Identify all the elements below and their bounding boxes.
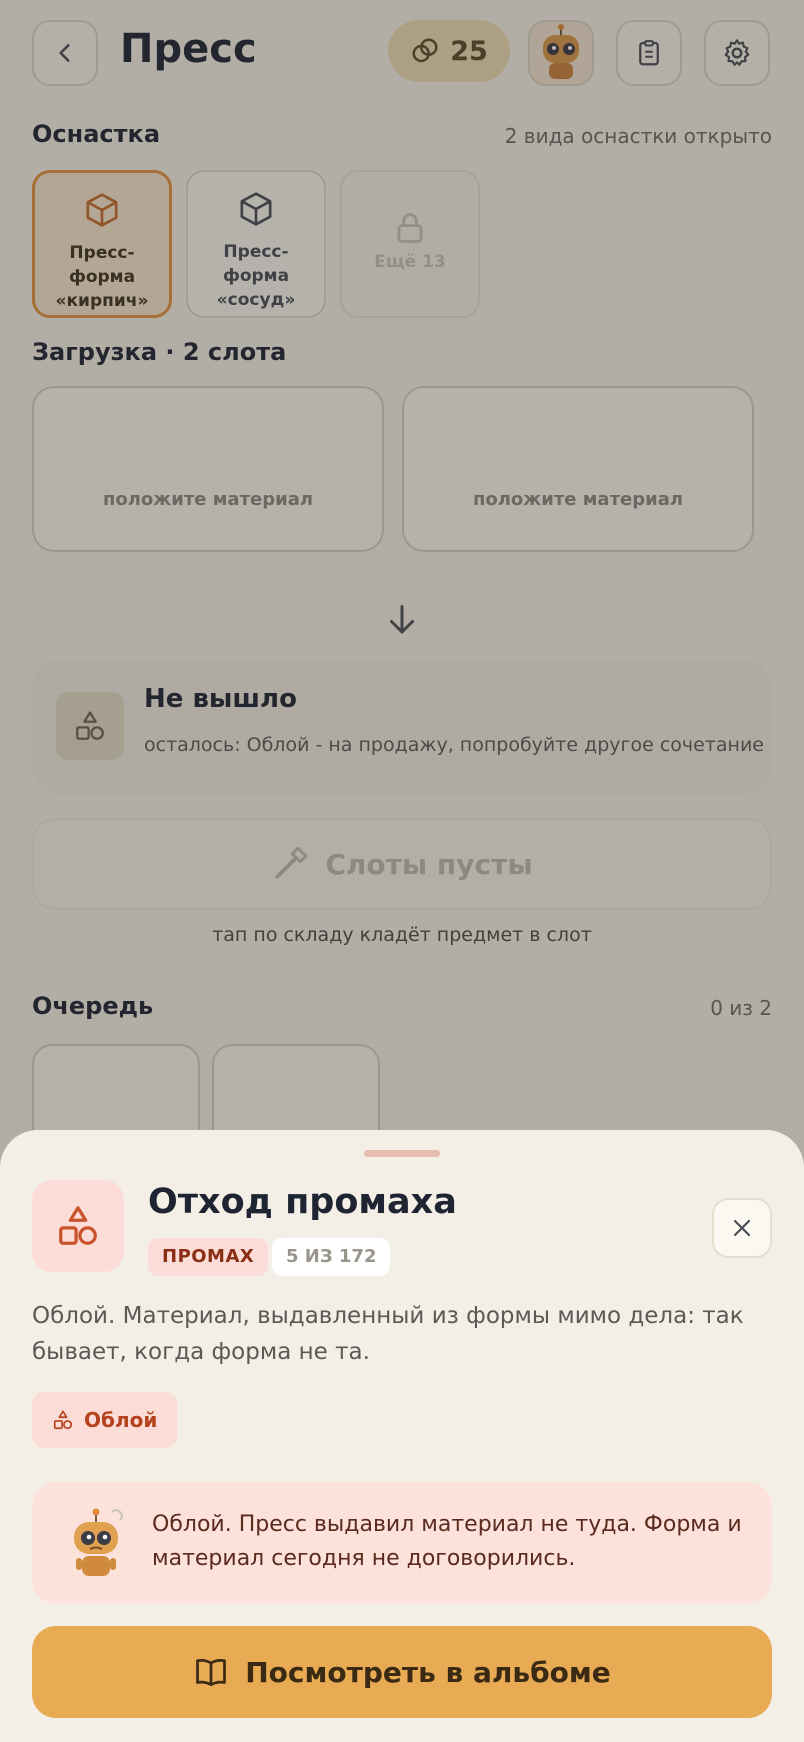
item-description: Облой. Материал, выдавленный из формы ми… <box>32 1303 744 1365</box>
close-icon <box>733 1219 751 1237</box>
robot-mascot-icon <box>74 1508 123 1576</box>
shapes-icon <box>53 1410 73 1430</box>
category-badge: ПРОМАХ <box>148 1238 269 1276</box>
material-chip[interactable]: Облой <box>32 1392 178 1448</box>
shapes-icon <box>59 1206 97 1245</box>
book-open-icon <box>196 1659 227 1687</box>
view-in-album-button[interactable]: Посмотреть в альбоме <box>32 1626 772 1718</box>
item-bottom-sheet: Отход промаха ПРОМАХ 5 ИЗ 172 Облой. Мат… <box>0 1130 804 1742</box>
material-chip-label: Облой <box>84 1408 158 1432</box>
close-button[interactable] <box>712 1198 772 1258</box>
item-title: Отход промаха <box>148 1182 457 1222</box>
robot-quote-text: Облой. Пресс выдавил материал не туда. Ф… <box>152 1512 742 1571</box>
collection-count-badge: 5 ИЗ 172 <box>272 1238 391 1276</box>
item-icon-box <box>32 1180 124 1272</box>
album-button-label: Посмотреть в альбоме <box>245 1655 611 1689</box>
robot-quote: Облой. Пресс выдавил материал не туда. Ф… <box>32 1482 772 1604</box>
sheet-grabber[interactable] <box>364 1150 440 1157</box>
